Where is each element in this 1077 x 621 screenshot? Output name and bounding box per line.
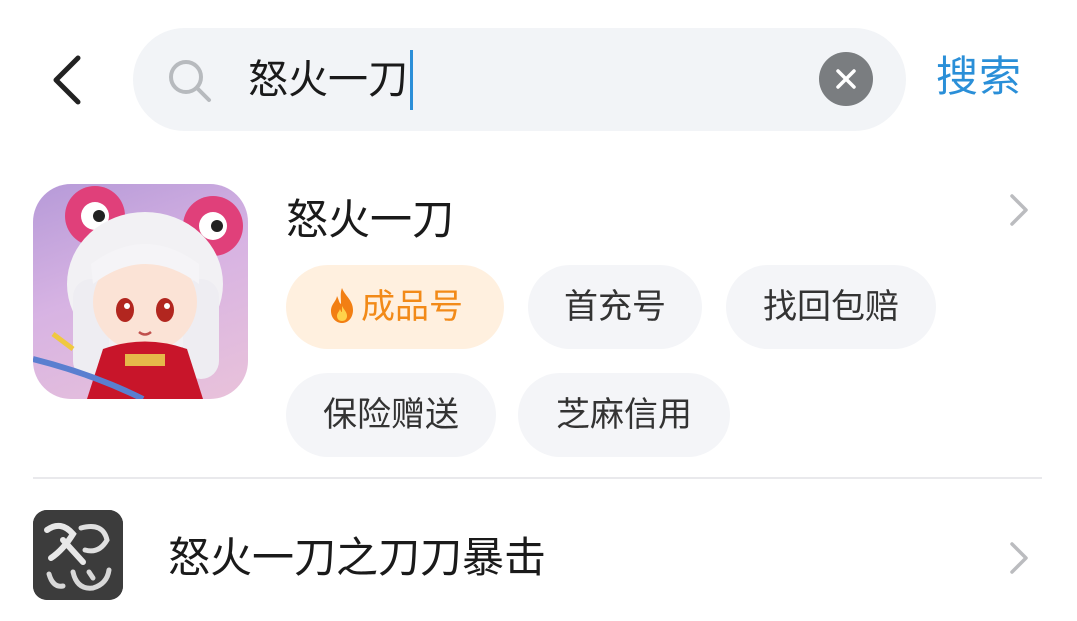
chevron-right-icon [1010,194,1028,226]
search-result-item[interactable]: 怒火一刀之刀刀暴击 [0,480,1077,621]
result-title: 怒火一刀 [286,195,455,244]
game-icon [33,510,123,600]
search-submit-button[interactable]: 搜索 [936,46,1022,108]
game-icon [33,184,248,399]
search-bar[interactable]: 怒火一刀 [133,28,906,131]
tag-hot[interactable]: 成品号 [286,265,504,349]
divider [33,477,1042,479]
search-result-item[interactable]: 怒火一刀 成品号 首充号 找回包赔 保险赠送 芝麻信用 [0,180,1077,480]
fire-icon [331,287,353,323]
back-button[interactable] [38,48,94,112]
tag[interactable]: 芝麻信用 [518,373,730,457]
tag[interactable]: 找回包赔 [726,265,936,349]
text-caret [410,50,413,110]
game-character-image [33,186,243,399]
clear-search-button[interactable] [819,52,873,106]
tag-label: 成品号 [361,287,463,327]
chevron-right-icon [1010,542,1028,574]
result-title: 怒火一刀之刀刀暴击 [168,533,547,582]
search-input[interactable]: 怒火一刀 [248,50,413,110]
search-input-value: 怒火一刀 [248,57,408,103]
close-icon [836,69,856,89]
chevron-left-icon [53,55,81,105]
calligraphy-logo-image [33,510,123,600]
tag[interactable]: 首充号 [528,265,702,349]
search-icon [169,60,211,102]
tag[interactable]: 保险赠送 [286,373,496,457]
search-results-page: 怒火一刀 搜索 怒火一刀 成品号 首充号 找回包赔 保险赠送 芝麻信用 怒火一刀… [0,0,1077,621]
